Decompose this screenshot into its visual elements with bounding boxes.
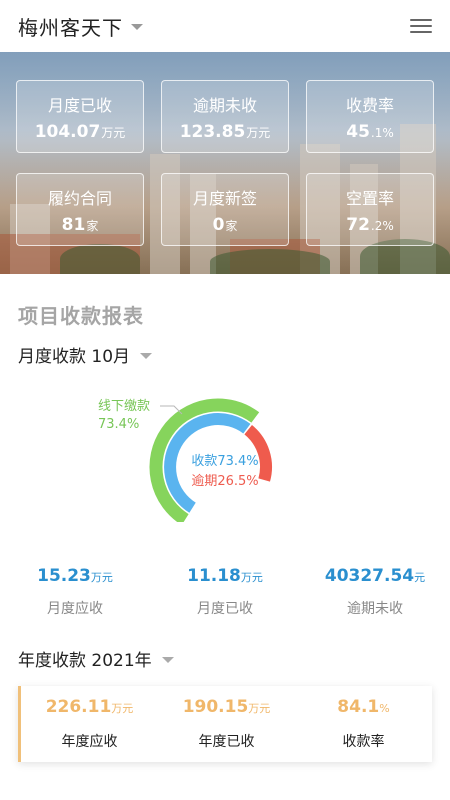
kpi-cards: 月度已收 104.07万元 逾期未收 123.85万元 收费率 45.1% 履约…: [16, 80, 434, 246]
collected-percent: 收款73.4%: [191, 454, 259, 469]
kpi-card-vacancy-rate[interactable]: 空置率 72.2%: [306, 173, 434, 246]
chevron-down-icon: [161, 656, 174, 663]
menu-icon[interactable]: [410, 17, 432, 35]
stat-overdue-unpaid: 40327.54元 逾期未收: [324, 566, 426, 617]
stat-collection-rate: 84.1% 收款率: [337, 697, 390, 750]
kpi-card-monthly-received[interactable]: 月度已收 104.07万元: [16, 80, 144, 153]
monthly-stats: 15.23万元 月度应收 11.18万元 月度已收 40327.54元 逾期未收: [0, 566, 450, 618]
kpi-label: 履约合同: [47, 188, 112, 208]
kpi-label: 逾期未收: [192, 95, 257, 115]
kpi-card-fee-rate[interactable]: 收费率 45.1%: [306, 80, 434, 153]
section-title: 项目收款报表: [18, 304, 144, 328]
kpi-value: 72.2%: [346, 214, 394, 235]
donut-leader-line: [160, 405, 183, 415]
project-title: 梅州客天下: [18, 15, 123, 40]
stat-yearly-receivable: 226.11万元 年度应收: [45, 697, 134, 750]
month-selector[interactable]: 月度收款 10月: [18, 342, 153, 367]
kpi-card-overdue[interactable]: 逾期未收 123.85万元: [161, 80, 289, 153]
chevron-down-icon: [140, 352, 153, 359]
kpi-card-new-signed[interactable]: 月度新签 0家: [161, 173, 289, 246]
offline-payment-label: 线下缴款 73.4%: [98, 399, 151, 432]
kpi-label: 收费率: [345, 95, 394, 115]
chevron-down-icon: [131, 24, 143, 30]
year-selector[interactable]: 年度收款 2021年: [18, 646, 174, 671]
kpi-value: 123.85万元: [179, 121, 271, 142]
stat-monthly-receivable: 15.23万元 月度应收: [37, 566, 113, 617]
kpi-value: 0家: [212, 214, 238, 235]
kpi-label: 月度新签: [192, 188, 257, 208]
donut-center-text: 收款73.4% 逾期26.5%: [170, 452, 280, 492]
kpi-card-contracts[interactable]: 履约合同 81家: [16, 173, 144, 246]
overdue-percent: 逾期26.5%: [191, 474, 259, 489]
kpi-value: 81家: [61, 214, 99, 235]
stat-yearly-received: 190.15万元 年度已收: [182, 697, 271, 750]
stat-monthly-received: 11.18万元 月度已收: [187, 566, 263, 617]
kpi-label: 空置率: [345, 188, 394, 208]
app-header: 梅州客天下: [0, 0, 450, 52]
yearly-stats-card: 226.11万元 年度应收 190.15万元 年度已收 84.1% 收款率: [18, 686, 432, 762]
kpi-value: 45.1%: [346, 121, 394, 142]
kpi-value: 104.07万元: [34, 121, 126, 142]
kpi-label: 月度已收: [47, 95, 112, 115]
hero-banner: 月度已收 104.07万元 逾期未收 123.85万元 收费率 45.1% 履约…: [0, 52, 450, 274]
year-heading: 年度收款 2021年: [18, 651, 152, 671]
project-selector[interactable]: 梅州客天下: [18, 12, 143, 41]
month-heading: 月度收款 10月: [18, 347, 131, 367]
